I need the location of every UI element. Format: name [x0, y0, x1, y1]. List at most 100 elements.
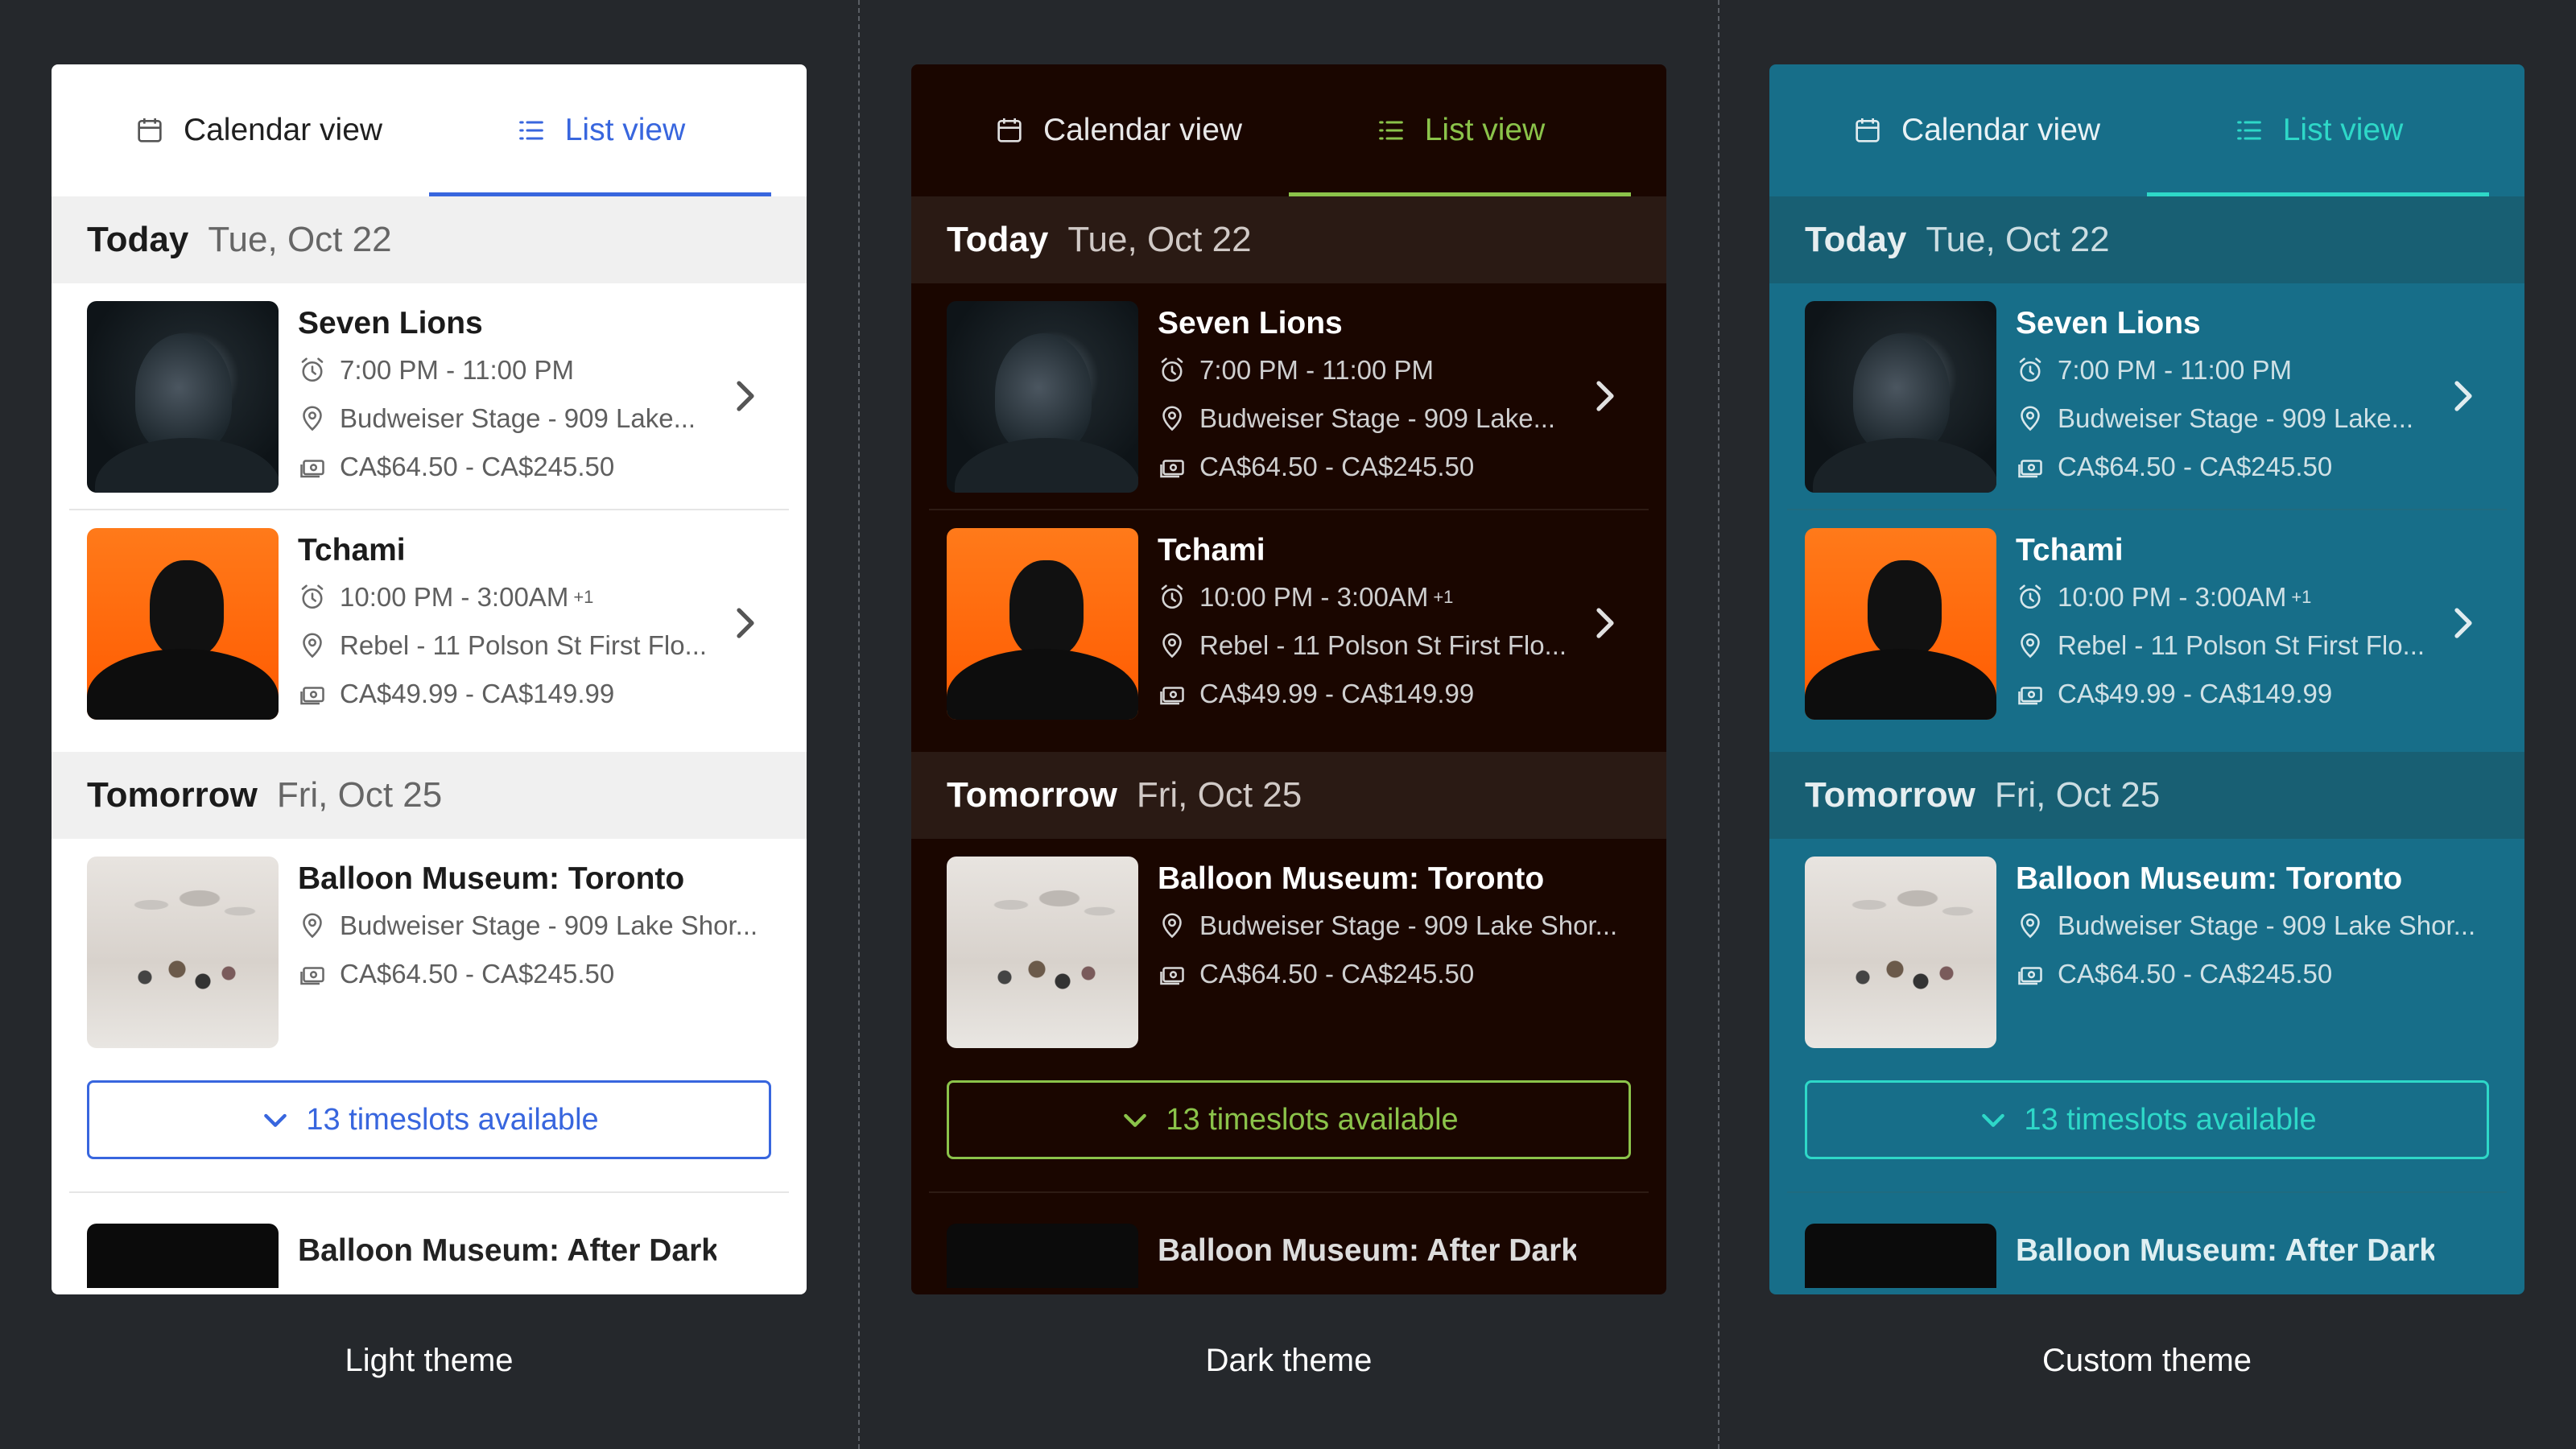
event-row-peek[interactable]: Balloon Museum: After Dark — [929, 1224, 1649, 1288]
custom-theme-panel: Calendar view List view Today Tue, Oct 2… — [1769, 64, 2524, 1294]
tab-list-view[interactable]: List view — [1289, 64, 1631, 196]
event-price: CA$64.50 - CA$245.50 — [340, 959, 615, 989]
timeslots-label: 13 timeslots available — [1166, 1102, 1459, 1137]
event-image — [1805, 528, 1996, 720]
location-pin-icon — [2021, 913, 2040, 939]
event-title: Tchami — [1158, 533, 1265, 568]
event-row-tchami[interactable]: Tchami 10:00 PM - 3:00AM +1 Rebel - 11 Po… — [69, 510, 789, 736]
alarm-clock-icon — [1161, 357, 1183, 382]
event-row-seven-lions[interactable]: Seven Lions 7:00 PM - 11:00 PM Budweiser… — [69, 283, 789, 509]
panel-divider-1 — [858, 0, 860, 1449]
event-image — [947, 1224, 1138, 1288]
event-image — [87, 1224, 279, 1288]
event-title: Seven Lions — [298, 306, 483, 341]
event-row-balloon-museum[interactable]: Balloon Museum: Toronto Budweiser Stage … — [929, 839, 1649, 1064]
next-day-indicator: +1 — [573, 587, 594, 607]
event-image — [947, 528, 1138, 720]
event-time: 10:00 PM - 3:00AM — [340, 582, 569, 612]
event-image — [1805, 1224, 1996, 1288]
section-date: Fri, Oct 25 — [276, 775, 443, 815]
tab-calendar-view[interactable]: Calendar view — [947, 64, 1289, 196]
event-image — [87, 528, 279, 720]
tab-label: List view — [1424, 113, 1546, 147]
event-venue: Rebel - 11 Polson St First Flo... — [2058, 630, 2425, 660]
date-section-header: Tomorrow Fri, Oct 25 — [1769, 752, 2524, 839]
chevron-right-icon — [1596, 608, 1614, 638]
date-section-header: Tomorrow Fri, Oct 25 — [52, 752, 807, 839]
timeslots-button[interactable]: 13 timeslots available — [87, 1080, 771, 1159]
event-title: Balloon Museum: After Dark — [2016, 1233, 2434, 1268]
event-row-balloon-museum[interactable]: Balloon Museum: Toronto Budweiser Stage … — [69, 839, 789, 1064]
chevron-right-icon — [737, 381, 754, 411]
alarm-clock-icon — [2019, 584, 2041, 609]
event-image — [87, 857, 279, 1048]
location-pin-icon — [303, 633, 322, 658]
event-row-seven-lions[interactable]: Seven Lions 7:00 PM - 11:00 PM Budweiser… — [1787, 283, 2507, 509]
tab-calendar-view[interactable]: Calendar view — [1805, 64, 2147, 196]
calendar-icon — [997, 118, 1022, 142]
event-title: Balloon Museum: After Dark — [1158, 1233, 1576, 1268]
tab-list-view[interactable]: List view — [2147, 64, 2489, 196]
event-time: 7:00 PM - 11:00 PM — [1199, 355, 1435, 385]
event-price: CA$49.99 - CA$149.99 — [2058, 679, 2333, 708]
row-separator — [929, 1191, 1649, 1193]
event-row-seven-lions[interactable]: Seven Lions 7:00 PM - 11:00 PM Budweiser… — [929, 283, 1649, 509]
event-title: Tchami — [298, 533, 406, 568]
event-image — [1805, 857, 1996, 1048]
alarm-clock-icon — [301, 584, 324, 609]
tab-list-view[interactable]: List view — [429, 64, 771, 196]
timeslots-button[interactable]: 13 timeslots available — [947, 1080, 1631, 1159]
tab-label: List view — [2282, 113, 2404, 147]
date-section-header: Tomorrow Fri, Oct 25 — [911, 752, 1666, 839]
location-pin-icon — [303, 406, 322, 431]
row-separator — [1787, 1191, 2507, 1193]
event-title: Balloon Museum: Toronto — [1158, 861, 1545, 896]
alarm-clock-icon — [301, 357, 324, 382]
chevron-down-icon — [264, 1113, 287, 1127]
event-row-tchami[interactable]: Tchami 10:00 PM - 3:00AM +1 Rebel - 11 Po… — [1787, 510, 2507, 736]
event-row-balloon-museum[interactable]: Balloon Museum: Toronto Budweiser Stage … — [1787, 839, 2507, 1064]
date-section-header: Today Tue, Oct 22 — [911, 196, 1666, 283]
event-row-tchami[interactable]: Tchami 10:00 PM - 3:00AM +1 Rebel - 11 Po… — [929, 510, 1649, 736]
event-title: Balloon Museum: After Dark — [298, 1233, 716, 1268]
list-icon — [1378, 121, 1403, 140]
ticket-money-icon — [300, 687, 324, 705]
chevron-down-icon — [1982, 1113, 2005, 1127]
event-row-peek[interactable]: Balloon Museum: After Dark — [1787, 1224, 2507, 1288]
event-image — [1805, 301, 1996, 493]
event-venue: Budweiser Stage - 909 Lake... — [340, 403, 696, 433]
date-section-header: Today Tue, Oct 22 — [1769, 196, 2524, 283]
event-price: CA$64.50 - CA$245.50 — [1199, 452, 1475, 481]
view-tabs: Calendar view List view — [52, 64, 807, 196]
section-day: Today — [947, 220, 1049, 259]
calendar-icon — [138, 118, 162, 142]
section-date: Fri, Oct 25 — [1994, 775, 2161, 815]
calendar-icon — [1856, 118, 1880, 142]
theme-caption: Light theme — [345, 1343, 514, 1378]
date-section-header: Today Tue, Oct 22 — [52, 196, 807, 283]
timeslots-button[interactable]: 13 timeslots available — [1805, 1080, 2489, 1159]
alarm-clock-icon — [1161, 584, 1183, 609]
view-tabs: Calendar view List view — [1769, 64, 2524, 196]
ticket-money-icon — [2018, 460, 2042, 478]
section-day: Tomorrow — [947, 775, 1117, 815]
event-row-peek[interactable]: Balloon Museum: After Dark — [69, 1224, 789, 1288]
event-price: CA$64.50 - CA$245.50 — [340, 452, 615, 481]
event-venue: Budweiser Stage - 909 Lake... — [1199, 403, 1556, 433]
tab-calendar-view[interactable]: Calendar view — [87, 64, 429, 196]
light-theme-panel: Calendar view List view Today Tue, Oct 2… — [52, 64, 807, 1294]
list-icon — [2236, 121, 2261, 140]
location-pin-icon — [1162, 406, 1182, 431]
event-title: Balloon Museum: Toronto — [298, 861, 685, 896]
row-separator — [69, 1191, 789, 1193]
timeslots-label: 13 timeslots available — [306, 1102, 599, 1137]
ticket-money-icon — [1160, 967, 1184, 985]
theme-caption: Dark theme — [1205, 1343, 1373, 1378]
event-venue: Rebel - 11 Polson St First Flo... — [1199, 630, 1567, 660]
event-venue: Budweiser Stage - 909 Lake Shor... — [1199, 910, 1618, 940]
event-time: 7:00 PM - 11:00 PM — [2058, 355, 2293, 385]
event-time: 7:00 PM - 11:00 PM — [340, 355, 575, 385]
theme-caption: Custom theme — [2041, 1343, 2252, 1378]
location-pin-icon — [1162, 913, 1182, 939]
location-pin-icon — [303, 913, 322, 939]
